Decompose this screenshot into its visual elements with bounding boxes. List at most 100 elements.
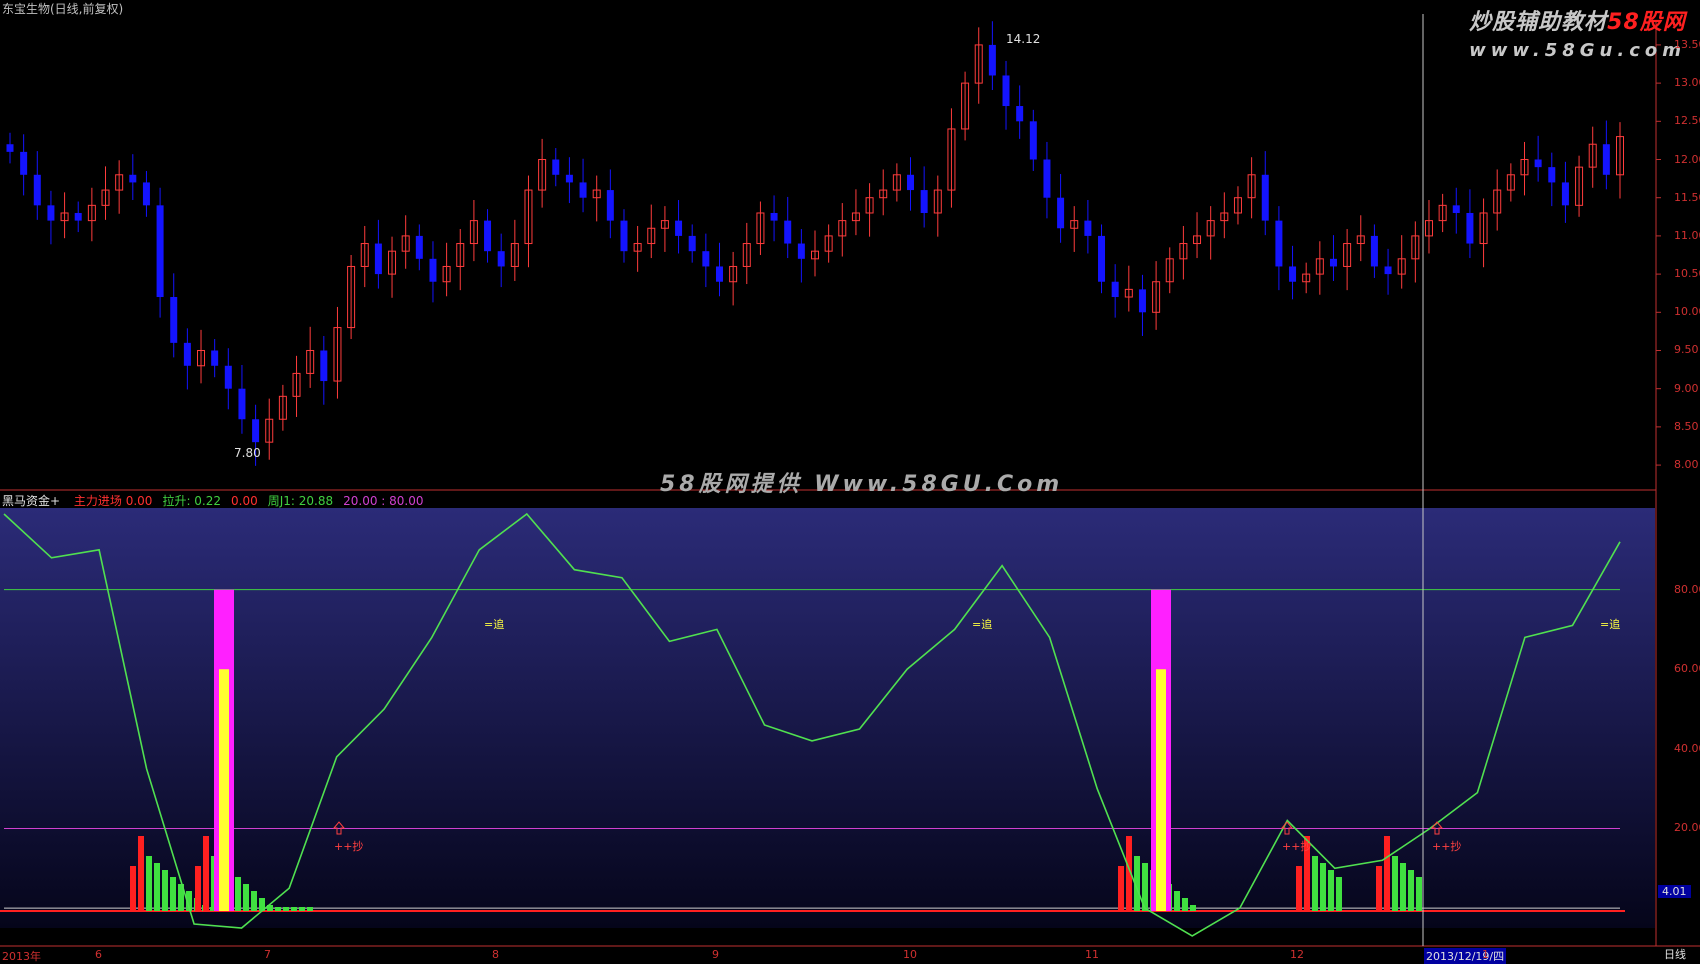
candle-body — [320, 350, 328, 382]
candle-body — [1329, 258, 1337, 267]
chase-signal-label: =追 — [484, 617, 504, 631]
candle-body — [1261, 174, 1269, 221]
watermark-top: 炒股辅助教材58股网 www.58Gu.com — [1469, 4, 1686, 61]
flow-bar — [1312, 856, 1318, 911]
candle-body — [1016, 106, 1024, 122]
watermark-middle: 58股网提供 Www.58GU.Com — [660, 472, 1064, 497]
watermark-url: www.58Gu.com — [1469, 40, 1686, 61]
low-price-marker: 7.80 — [234, 446, 261, 460]
candle-body — [484, 220, 492, 252]
candle-body — [702, 251, 710, 267]
date-tick-9: 1 — [1482, 948, 1489, 961]
candle-body — [170, 297, 178, 343]
price-tick-2: 12.50 — [1674, 114, 1700, 128]
candle-body — [1289, 266, 1297, 282]
price-tick-1: 13.00 — [1674, 76, 1700, 90]
flow-bar — [283, 907, 289, 911]
flow-bar — [1336, 877, 1342, 911]
candle-body — [797, 243, 805, 259]
candle-body — [1275, 220, 1283, 267]
candle-body — [688, 235, 696, 252]
date-tick-7: 12 — [1290, 948, 1304, 961]
lift-pillar — [219, 669, 229, 911]
candle-body — [238, 388, 246, 420]
candle-body — [142, 182, 150, 206]
lift-pillar — [1156, 669, 1166, 911]
high-price-marker: 14.12 — [1006, 32, 1041, 46]
price-tick-10: 8.50 — [1674, 419, 1699, 433]
candle-body — [1548, 167, 1556, 183]
flow-bar — [1408, 870, 1414, 911]
candle-body — [565, 174, 573, 183]
candle-body — [1111, 281, 1119, 298]
candle-body — [20, 151, 28, 175]
price-tick-8: 9.50 — [1674, 343, 1699, 357]
indicator-header: 黑马资金+ 主力进场 0.00 拉升: 0.22 0.00 周J1: 20.88 20.… — [2, 492, 444, 509]
flow-bar — [251, 891, 257, 911]
flow-bar — [1320, 863, 1326, 911]
price-candles — [6, 21, 1624, 466]
indicator-tick-3: 20.00 — [1674, 821, 1700, 835]
candle-body — [497, 251, 505, 267]
candle-body — [211, 350, 219, 366]
flow-bar — [1190, 905, 1196, 911]
price-tick-11: 8.00 — [1674, 458, 1699, 472]
flow-bar — [154, 863, 160, 911]
flow-bar — [195, 866, 201, 911]
indicator-value-2: 0.00 — [231, 494, 258, 508]
indicator-tick-4: 4.01 — [1658, 885, 1691, 899]
flow-bar — [1376, 866, 1382, 911]
candle-body — [1043, 159, 1051, 198]
price-tick-4: 11.50 — [1674, 190, 1700, 204]
price-tick-7: 10.00 — [1674, 305, 1700, 319]
candle-body — [1084, 220, 1092, 236]
flow-bar — [235, 877, 241, 911]
watermark-prefix: 炒股辅助教材 — [1469, 10, 1608, 35]
flow-bar — [146, 856, 152, 911]
candle-body — [1057, 197, 1065, 229]
flow-bar — [1296, 866, 1302, 911]
candle-body — [920, 190, 928, 213]
indicator-value-1: 拉升: 0.22 — [162, 494, 222, 508]
candle-body — [183, 342, 191, 366]
candle-body — [1466, 212, 1474, 244]
date-tick-3: 8 — [492, 948, 499, 961]
price-tick-3: 12.00 — [1674, 152, 1700, 166]
indicator-tick-0: 80.00 — [1674, 582, 1700, 596]
indicator-value-3: 周J1: 20.88 — [267, 494, 334, 508]
price-tick-9: 9.00 — [1674, 381, 1699, 395]
candle-body — [224, 365, 232, 389]
flow-bar — [243, 884, 249, 911]
candle-body — [1138, 289, 1146, 313]
period-label[interactable]: 日线 — [1664, 946, 1686, 962]
candle-body — [784, 220, 792, 244]
candle-body — [1370, 235, 1378, 267]
candle-body — [1002, 75, 1010, 107]
indicator-tick-1: 60.00 — [1674, 662, 1700, 676]
candle-body — [907, 174, 915, 191]
flow-bar — [1118, 866, 1124, 911]
candle-body — [675, 220, 683, 236]
flow-bar — [307, 907, 313, 911]
buy-signal-label: ++抄 — [334, 839, 363, 853]
candle-body — [1561, 182, 1569, 206]
buy-signal-label: ++抄 — [1432, 839, 1461, 853]
flow-bar — [299, 907, 305, 911]
candle-body — [715, 266, 723, 282]
chase-signal-label: =追 — [972, 617, 992, 631]
date-tick-4: 9 — [712, 948, 719, 961]
flow-bar — [130, 866, 136, 911]
candle-body — [579, 182, 587, 198]
flow-bar — [162, 870, 168, 911]
flow-bar — [1328, 870, 1334, 911]
candle-body — [1384, 266, 1392, 275]
date-tick-1: 6 — [95, 948, 102, 961]
candle-body — [252, 419, 260, 443]
flow-bar — [1416, 877, 1422, 911]
flow-bar — [1400, 863, 1406, 911]
candle-body — [1098, 235, 1106, 282]
candle-body — [415, 235, 423, 259]
candle-body — [988, 44, 996, 76]
candle-body — [374, 243, 382, 275]
indicator-background — [0, 508, 1655, 928]
